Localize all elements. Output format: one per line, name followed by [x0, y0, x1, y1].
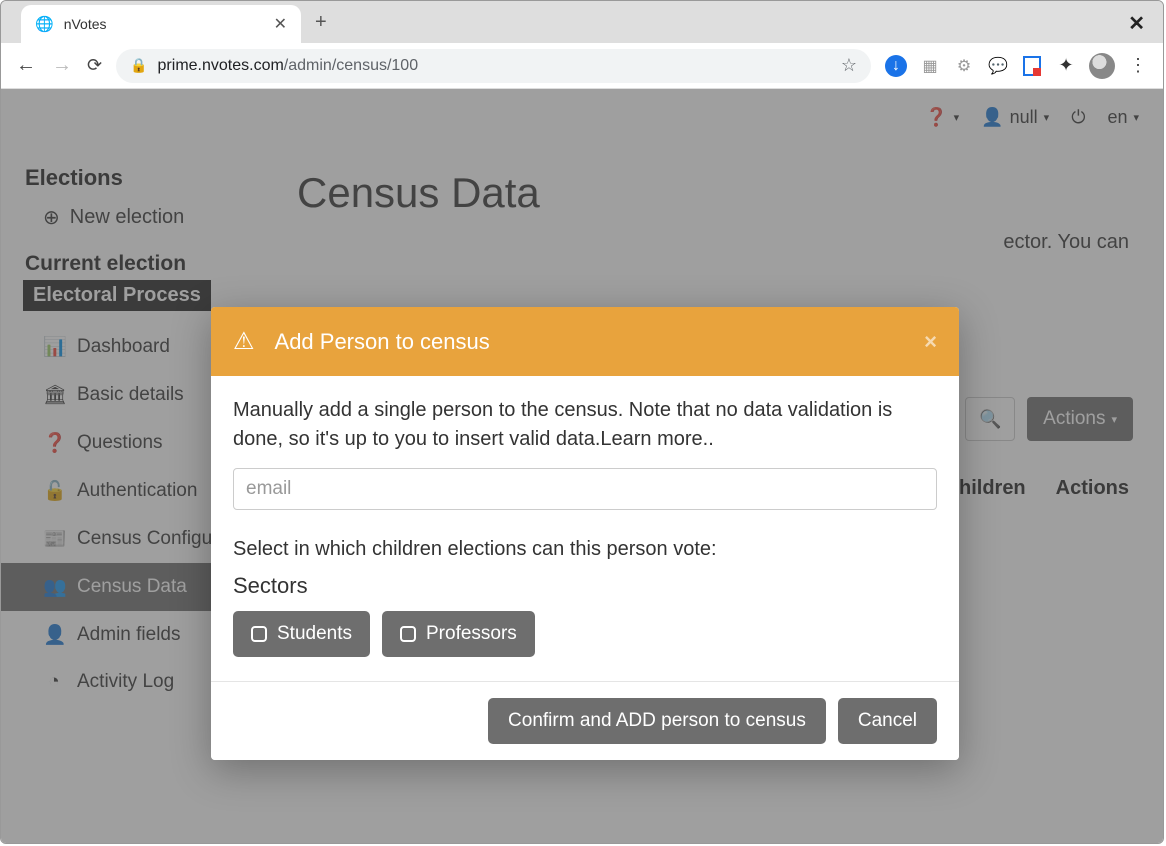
chip-label: Students — [277, 623, 352, 645]
address-bar[interactable]: 🔒 prime.nvotes.com/admin/census/100 ☆ — [116, 49, 871, 83]
children-elections-label: Select in which children elections can t… — [233, 538, 937, 561]
bookmark-star-icon[interactable]: ☆ — [841, 55, 857, 76]
globe-icon: 🌐 — [35, 15, 54, 33]
sector-chip-professors[interactable]: Professors — [382, 611, 535, 657]
reload-button[interactable]: ⟳ — [87, 55, 102, 76]
add-person-modal: ⚠ Add Person to census × Manually add a … — [211, 307, 959, 760]
modal-header: ⚠ Add Person to census × — [211, 307, 959, 376]
extension-icon-1[interactable]: ▦ — [919, 55, 941, 77]
warning-icon: ⚠ — [233, 327, 255, 356]
checkbox-icon — [251, 626, 267, 642]
window-close-icon[interactable]: ✕ — [1128, 11, 1145, 36]
sector-chip-students[interactable]: Students — [233, 611, 370, 657]
extension-icon-4[interactable] — [1021, 55, 1043, 77]
modal-footer: Confirm and ADD person to census Cancel — [211, 681, 959, 760]
cancel-button[interactable]: Cancel — [838, 698, 937, 744]
new-tab-button[interactable]: + — [315, 11, 327, 34]
download-icon[interactable]: ↓ — [885, 55, 907, 77]
lock-icon: 🔒 — [130, 57, 147, 74]
browser-tab[interactable]: 🌐 nVotes ✕ — [21, 5, 301, 43]
tab-strip: 🌐 nVotes ✕ + ✕ — [1, 1, 1163, 43]
browser-toolbar: ← → ⟳ 🔒 prime.nvotes.com/admin/census/10… — [1, 43, 1163, 89]
extensions-menu-icon[interactable]: ✦ — [1055, 55, 1077, 77]
sector-chips: Students Professors — [233, 611, 937, 657]
extension-icon-2[interactable]: ⚙ — [953, 55, 975, 77]
checkbox-icon — [400, 626, 416, 642]
chip-label: Professors — [426, 623, 517, 645]
sectors-heading: Sectors — [233, 573, 937, 599]
back-button[interactable]: ← — [15, 54, 37, 77]
tab-title: nVotes — [64, 16, 107, 32]
email-input[interactable] — [233, 468, 937, 510]
url-path: /admin/census/100 — [284, 57, 418, 75]
profile-avatar[interactable] — [1089, 53, 1115, 79]
modal-body: Manually add a single person to the cens… — [211, 376, 959, 681]
url-domain: prime.nvotes.com — [158, 57, 284, 75]
page-content: ❓ ▾ 👤 null ▾ ⏻ en ▾ Elections ⊕ New ele — [1, 89, 1163, 844]
forward-button[interactable]: → — [51, 54, 73, 77]
close-icon[interactable]: × — [924, 329, 937, 355]
tab-close-icon[interactable]: ✕ — [274, 14, 287, 34]
modal-description: Manually add a single person to the cens… — [233, 396, 937, 454]
extension-icons: ↓ ▦ ⚙ 💬 ✦ ⋮ — [885, 53, 1149, 79]
confirm-button[interactable]: Confirm and ADD person to census — [488, 698, 826, 744]
modal-title: Add Person to census — [275, 329, 490, 355]
browser-menu-icon[interactable]: ⋮ — [1127, 55, 1149, 77]
browser-window: 🌐 nVotes ✕ + ✕ ← → ⟳ 🔒 prime.nvotes.com/… — [0, 0, 1164, 844]
extension-icon-3[interactable]: 💬 — [987, 55, 1009, 77]
